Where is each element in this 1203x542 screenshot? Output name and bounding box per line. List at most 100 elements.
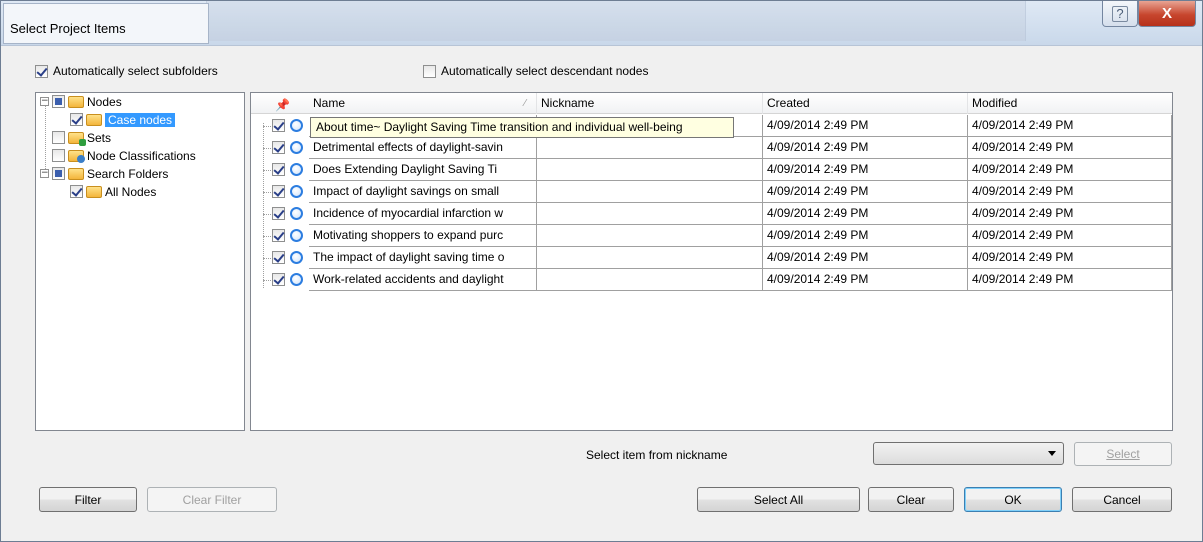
table-row[interactable]: Impact of daylight savings on small 4/09/… xyxy=(251,181,1172,203)
filter-button[interactable]: Filter xyxy=(39,487,137,512)
auto-subfolders-checkbox[interactable] xyxy=(35,64,48,78)
tree-item[interactable]: Sets xyxy=(40,129,111,146)
clear-filter-button[interactable]: Clear Filter xyxy=(147,487,277,512)
case-node-icon xyxy=(290,163,303,176)
dialog-title: Select Project Items xyxy=(10,21,126,36)
cell-name: Does Extending Daylight Saving Ti xyxy=(309,159,537,181)
cell-nickname[interactable] xyxy=(537,181,763,203)
row-checkbox[interactable] xyxy=(272,119,285,132)
row-checkbox[interactable] xyxy=(272,185,285,198)
table-row[interactable]: Incidence of myocardial infarction w 4/09… xyxy=(251,203,1172,225)
cell-modified: 4/09/2014 2:49 PM xyxy=(968,247,1172,269)
collapse-toggle-icon[interactable]: − xyxy=(40,97,49,106)
close-button[interactable]: X xyxy=(1138,1,1196,27)
select-all-button[interactable]: Select All xyxy=(697,487,860,512)
auto-descendants-label: Automatically select descendant nodes xyxy=(441,64,649,78)
tree-item-label: Nodes xyxy=(87,94,122,109)
table-row[interactable]: Detrimental effects of daylight-savin 4/0… xyxy=(251,137,1172,159)
cancel-button[interactable]: Cancel xyxy=(1072,487,1172,512)
chevron-down-icon xyxy=(1048,451,1056,456)
col-header-name[interactable]: Name ⁄ xyxy=(291,93,537,114)
tree-item-checkbox[interactable] xyxy=(52,167,65,180)
col-header-nickname[interactable]: Nickname xyxy=(537,93,763,114)
table-row[interactable]: Does Extending Daylight Saving Ti 4/09/20… xyxy=(251,159,1172,181)
cell-nickname[interactable] xyxy=(537,159,763,181)
close-icon: X xyxy=(1161,5,1172,22)
col-created-label: Created xyxy=(767,96,810,110)
table-row[interactable]: Motivating shoppers to expand purc 4/09/2… xyxy=(251,225,1172,247)
table-row[interactable]: The impact of daylight saving time o 4/09… xyxy=(251,247,1172,269)
cell-name: Impact of daylight savings on small xyxy=(309,181,537,203)
nickname-label: Select item from nickname xyxy=(586,448,728,462)
tree-item-checkbox[interactable] xyxy=(70,113,83,126)
cell-created: 4/09/2014 2:49 PM xyxy=(763,247,968,269)
folder-tree[interactable]: − Nodes Case nodes Sets Node Classifications… xyxy=(35,92,245,431)
row-connector xyxy=(263,192,271,193)
nickname-dropdown[interactable] xyxy=(873,442,1064,465)
row-checkbox[interactable] xyxy=(272,251,285,264)
cell-nickname[interactable] xyxy=(537,247,763,269)
cell-nickname[interactable] xyxy=(537,137,763,159)
col-name-label: Name xyxy=(313,96,346,110)
cell-modified: 4/09/2014 2:49 PM xyxy=(968,181,1172,203)
row-connector xyxy=(263,148,271,149)
tree-item[interactable]: − Search Folders xyxy=(40,165,168,182)
ok-button[interactable]: OK xyxy=(964,487,1062,512)
tree-item-checkbox[interactable] xyxy=(52,131,65,144)
tree-item-checkbox[interactable] xyxy=(52,149,65,162)
folder-icon xyxy=(86,185,102,198)
help-button[interactable]: ? xyxy=(1102,1,1138,27)
tree-item-checkbox[interactable] xyxy=(52,95,65,108)
col-modified-label: Modified xyxy=(972,96,1018,110)
pin-icon: 📌 xyxy=(275,98,290,112)
cancel-button-label: Cancel xyxy=(1103,492,1141,507)
row-checkbox[interactable] xyxy=(272,273,285,286)
cell-name: Motivating shoppers to expand purc xyxy=(309,225,537,247)
col-header-modified[interactable]: Modified xyxy=(968,93,1172,114)
folder-icon xyxy=(68,167,84,180)
tree-item[interactable]: Node Classifications xyxy=(40,147,196,164)
title-box: Select Project Items xyxy=(3,3,209,44)
clear-button[interactable]: Clear xyxy=(868,487,954,512)
auto-subfolders-option[interactable]: Automatically select subfolders xyxy=(35,64,218,78)
row-checkbox[interactable] xyxy=(272,229,285,242)
cell-nickname[interactable] xyxy=(537,203,763,225)
classification-folder-icon xyxy=(68,149,85,163)
auto-descendants-option[interactable]: Automatically select descendant nodes xyxy=(423,64,648,78)
cell-modified: 4/09/2014 2:49 PM xyxy=(968,115,1172,137)
collapse-toggle-icon[interactable]: − xyxy=(40,169,49,178)
case-node-icon xyxy=(290,141,303,154)
row-checkbox[interactable] xyxy=(272,207,285,220)
tree-item[interactable]: Case nodes xyxy=(58,111,176,128)
tree-item-label: Case nodes xyxy=(105,112,176,127)
cell-modified: 4/09/2014 2:49 PM xyxy=(968,203,1172,225)
table-row[interactable]: Work-related accidents and daylight 4/09/… xyxy=(251,269,1172,291)
cell-nickname[interactable] xyxy=(537,225,763,247)
row-checkbox[interactable] xyxy=(272,141,285,154)
select-button-label: Select xyxy=(1106,447,1140,461)
row-checkbox[interactable] xyxy=(272,163,285,176)
row-connector xyxy=(263,280,271,281)
cell-created: 4/09/2014 2:49 PM xyxy=(763,225,968,247)
cell-nickname[interactable] xyxy=(537,269,763,291)
cell-modified: 4/09/2014 2:49 PM xyxy=(968,159,1172,181)
row-connector xyxy=(263,214,271,215)
tree-item[interactable]: All Nodes xyxy=(58,183,156,200)
ok-button-label: OK xyxy=(1004,492,1022,507)
tree-item[interactable]: − Nodes xyxy=(40,93,122,110)
tree-item-checkbox[interactable] xyxy=(70,185,83,198)
items-grid[interactable]: 📌 Name ⁄ Nickname Created Modified About… xyxy=(250,92,1173,431)
folder-icon xyxy=(68,95,84,108)
tree-item-label: Sets xyxy=(87,130,112,145)
cell-created: 4/09/2014 2:49 PM xyxy=(763,269,968,291)
row-connector-line xyxy=(263,123,264,288)
case-node-icon xyxy=(290,185,303,198)
auto-descendants-checkbox[interactable] xyxy=(423,64,436,78)
pin-column-header[interactable]: 📌 xyxy=(251,93,291,114)
tree-item-label: Search Folders xyxy=(87,166,169,181)
col-header-created[interactable]: Created xyxy=(763,93,968,114)
cell-modified: 4/09/2014 2:49 PM xyxy=(968,269,1172,291)
select-button[interactable]: Select xyxy=(1074,442,1172,466)
sets-folder-icon xyxy=(68,131,86,146)
tree-item-label: All Nodes xyxy=(105,184,157,199)
